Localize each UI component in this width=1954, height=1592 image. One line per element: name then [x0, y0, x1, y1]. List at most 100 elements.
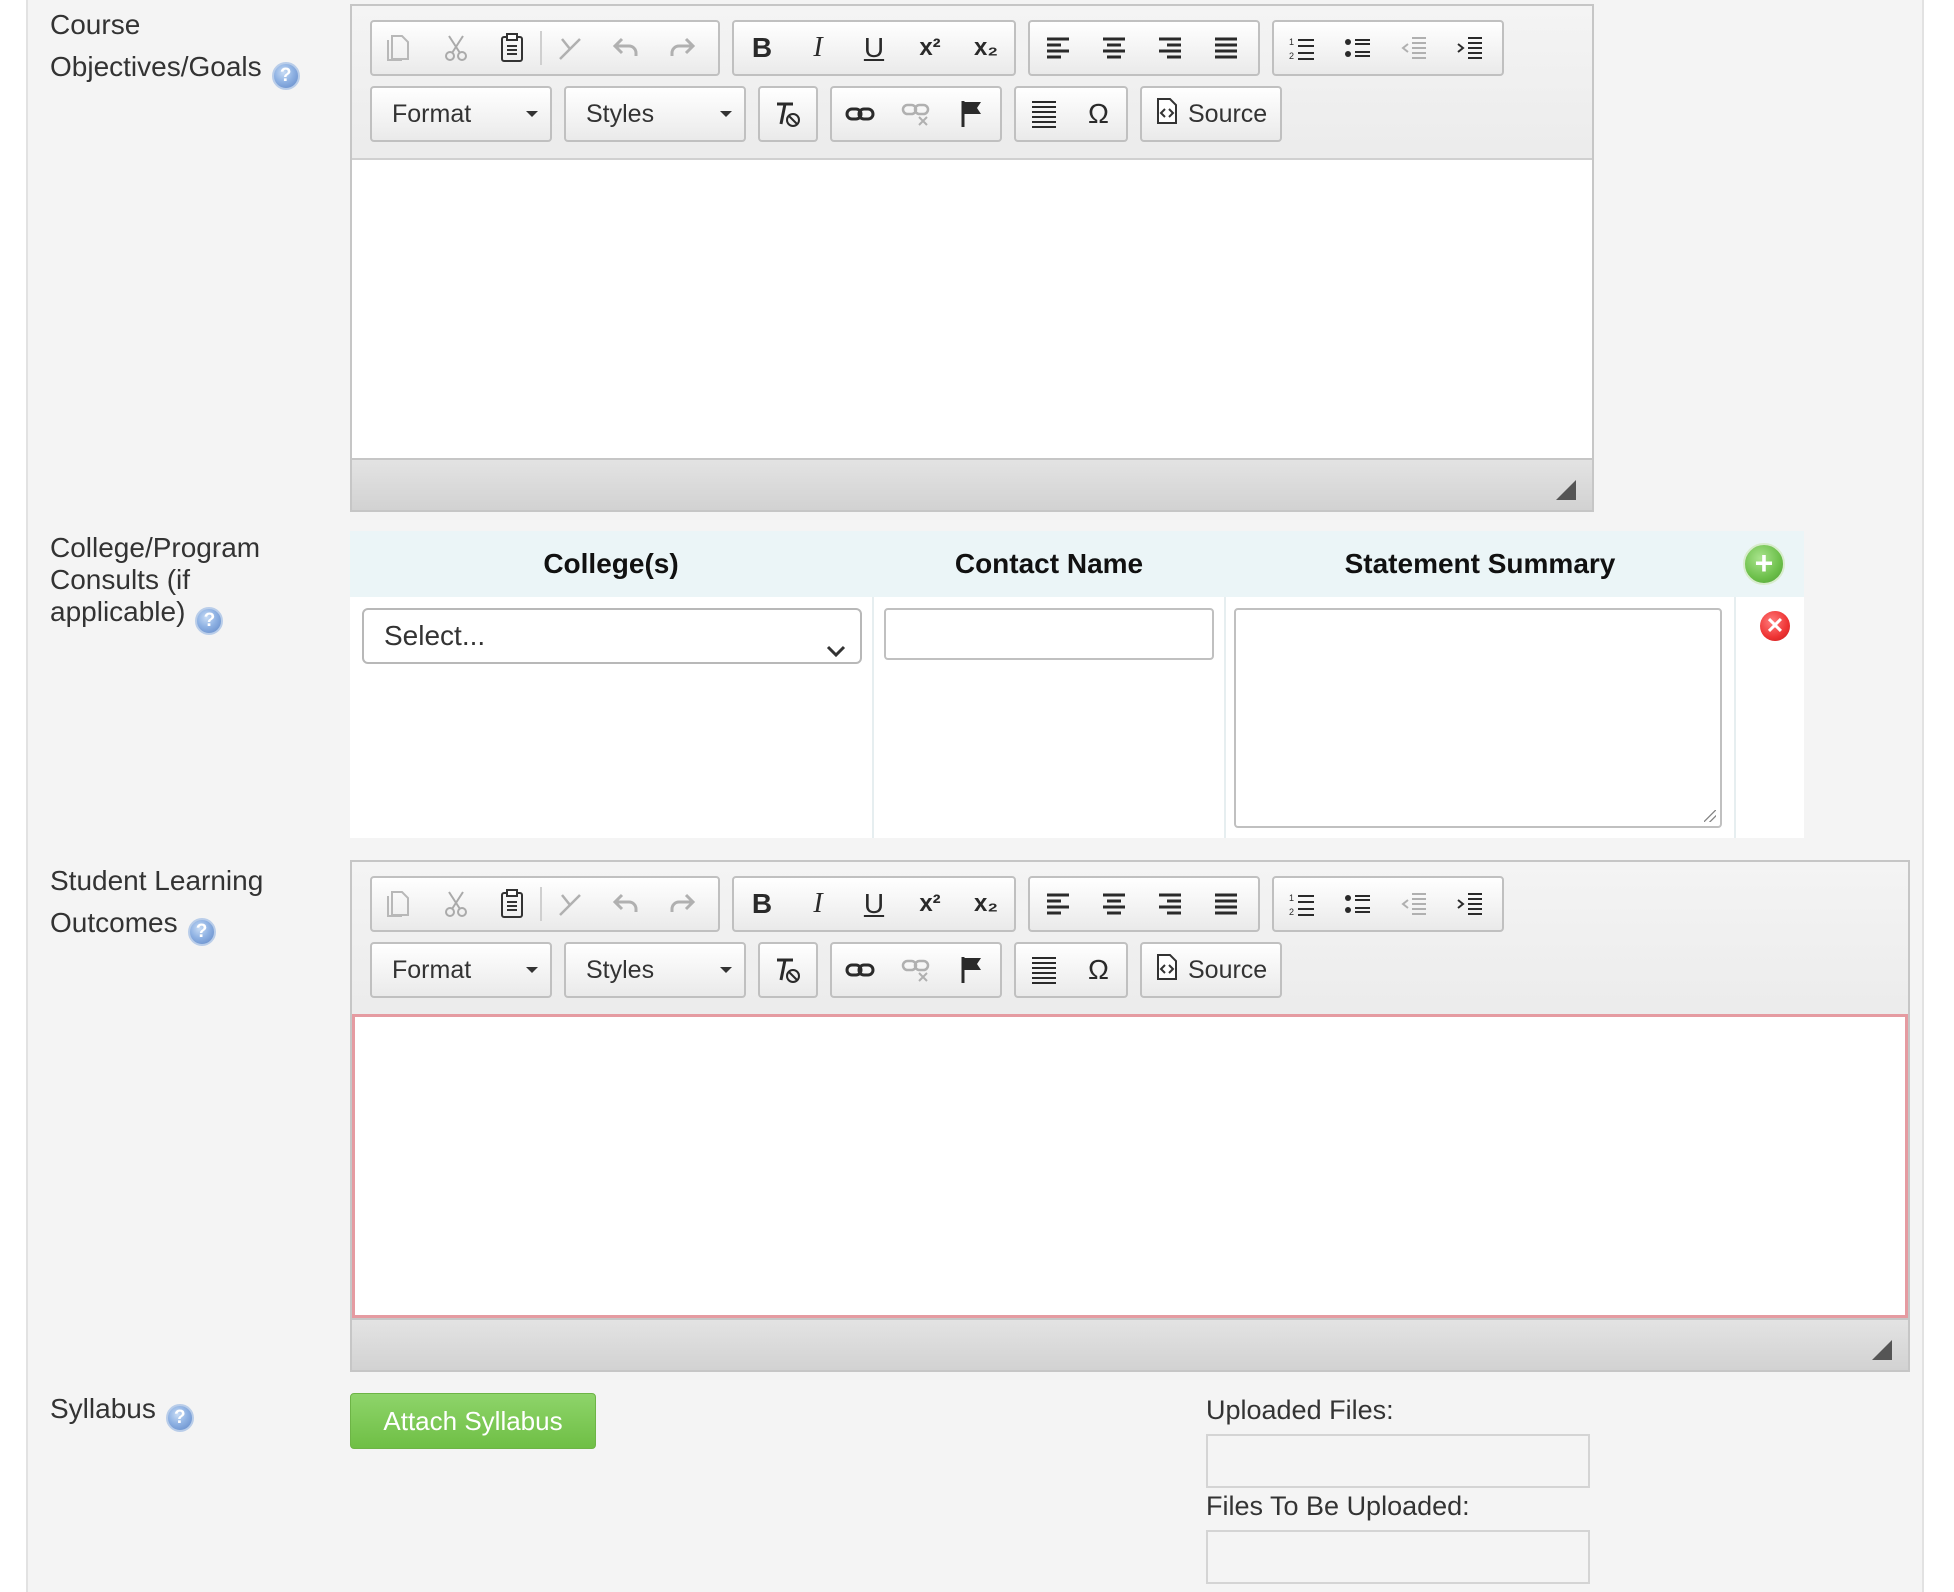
paste-icon[interactable]: [484, 22, 540, 74]
subscript-icon[interactable]: x₂: [958, 878, 1014, 930]
column-divider: [1734, 597, 1736, 838]
toolbar-group-links: [830, 86, 1002, 142]
bold-icon[interactable]: B: [734, 22, 790, 74]
statement-summary-textarea[interactable]: [1234, 608, 1722, 828]
format-dropdown[interactable]: Format: [370, 942, 552, 998]
toolbar-group-basicstyles: B I U x² x₂: [732, 20, 1016, 76]
align-center-icon[interactable]: [1086, 22, 1142, 74]
undo-icon[interactable]: [598, 22, 654, 74]
add-row-button[interactable]: +: [1743, 543, 1785, 585]
indent-icon[interactable]: [1442, 22, 1498, 74]
superscript-icon[interactable]: x²: [902, 22, 958, 74]
format-dropdown-label: Format: [392, 956, 472, 984]
toolbar-group-clipboard: [370, 876, 720, 932]
horizontal-rule-icon[interactable]: [1016, 88, 1071, 140]
learning-outcomes-content[interactable]: [352, 1014, 1908, 1318]
bulleted-list-icon[interactable]: [1330, 878, 1386, 930]
remove-format-icon[interactable]: [542, 22, 598, 74]
omega-icon[interactable]: Ω: [1071, 88, 1126, 140]
column-header-contact-name: Contact Name: [954, 548, 1144, 579]
copy-icon[interactable]: [372, 22, 428, 74]
learning-outcomes-label-line2: Outcomes: [50, 907, 178, 938]
align-right-icon[interactable]: [1142, 878, 1198, 930]
cut-icon[interactable]: [428, 878, 484, 930]
chevron-down-icon: [526, 967, 538, 973]
outdent-icon[interactable]: [1386, 878, 1442, 930]
resize-grip-icon[interactable]: [1872, 1340, 1892, 1360]
unlink-icon[interactable]: [888, 88, 944, 140]
clear-formatting-icon[interactable]: [760, 944, 816, 996]
undo-icon[interactable]: [598, 878, 654, 930]
numbered-list-icon[interactable]: 12: [1274, 878, 1330, 930]
italic-icon[interactable]: I: [790, 878, 846, 930]
resize-grip-icon[interactable]: [1704, 810, 1716, 822]
chevron-down-icon: [826, 626, 846, 678]
numbered-list-icon[interactable]: 12: [1274, 22, 1330, 74]
help-icon[interactable]: ?: [271, 62, 300, 90]
align-left-icon[interactable]: [1030, 878, 1086, 930]
align-right-icon[interactable]: [1142, 22, 1198, 74]
chevron-down-icon: [720, 967, 732, 973]
college-select[interactable]: Select...: [362, 608, 862, 664]
source-button[interactable]: Source: [1140, 86, 1282, 142]
course-objectives-label-line1: Course: [50, 9, 141, 40]
align-left-icon[interactable]: [1030, 22, 1086, 74]
styles-dropdown[interactable]: Styles: [564, 942, 746, 998]
help-icon[interactable]: ?: [165, 1404, 194, 1432]
outdent-icon[interactable]: [1386, 22, 1442, 74]
course-objectives-label-line2: Objectives/Goals: [50, 51, 262, 82]
justify-icon[interactable]: [1198, 22, 1254, 74]
consults-table: College(s) Contact Name Statement Summar…: [350, 531, 1804, 838]
copy-icon[interactable]: [372, 878, 428, 930]
uploaded-files-list: [1206, 1434, 1590, 1488]
bold-icon[interactable]: B: [734, 878, 790, 930]
anchor-flag-icon[interactable]: [944, 944, 1000, 996]
course-objectives-editor: B I U x² x₂ 12 Format Styles Ω Source: [350, 4, 1594, 512]
format-dropdown-label: Format: [392, 100, 472, 128]
styles-dropdown-label: Styles: [586, 956, 655, 984]
underline-icon[interactable]: U: [846, 878, 902, 930]
chevron-down-icon: [526, 111, 538, 117]
link-icon[interactable]: [832, 88, 888, 140]
chevron-down-icon: [720, 111, 732, 117]
superscript-icon[interactable]: x²: [902, 878, 958, 930]
unlink-icon[interactable]: [888, 944, 944, 996]
italic-icon[interactable]: I: [790, 22, 846, 74]
help-icon[interactable]: ?: [187, 918, 216, 946]
college-select-value: Select...: [384, 620, 486, 651]
clear-formatting-icon[interactable]: [760, 88, 816, 140]
indent-icon[interactable]: [1442, 878, 1498, 930]
resize-grip-icon[interactable]: [1556, 480, 1576, 500]
contact-name-input[interactable]: [884, 608, 1214, 660]
subscript-icon[interactable]: x₂: [958, 22, 1014, 74]
attach-syllabus-button[interactable]: Attach Syllabus: [350, 1393, 596, 1449]
paste-icon[interactable]: [484, 878, 540, 930]
remove-format-icon[interactable]: [542, 878, 598, 930]
omega-icon[interactable]: Ω: [1071, 944, 1126, 996]
course-objectives-content[interactable]: [352, 158, 1592, 460]
source-icon: [1156, 954, 1178, 986]
align-center-icon[interactable]: [1086, 878, 1142, 930]
editor-statusbar: [352, 1318, 1908, 1370]
consults-label-line2: Consults (if: [50, 564, 191, 595]
link-icon[interactable]: [832, 944, 888, 996]
justify-icon[interactable]: [1198, 878, 1254, 930]
horizontal-rule-icon[interactable]: [1016, 944, 1071, 996]
help-icon[interactable]: ?: [195, 607, 224, 635]
learning-outcomes-editor: B I U x² x₂ 12 Format Styles Ω Source: [350, 860, 1910, 1372]
anchor-flag-icon[interactable]: [944, 88, 1000, 140]
styles-dropdown[interactable]: Styles: [564, 86, 746, 142]
source-button[interactable]: Source: [1140, 942, 1282, 998]
consults-label-line3: applicable): [50, 596, 186, 627]
toolbar-group-align: [1028, 876, 1260, 932]
bulleted-list-icon[interactable]: [1330, 22, 1386, 74]
editor-toolbar: B I U x² x₂ 12 Format Styles Ω Source: [352, 862, 1908, 1012]
syllabus-label: Syllabus?: [50, 1388, 340, 1432]
cut-icon[interactable]: [428, 22, 484, 74]
column-header-colleges: College(s): [543, 548, 679, 579]
underline-icon[interactable]: U: [846, 22, 902, 74]
remove-row-button[interactable]: ✕: [1760, 611, 1790, 641]
redo-icon[interactable]: [654, 22, 710, 74]
redo-icon[interactable]: [654, 878, 710, 930]
format-dropdown[interactable]: Format: [370, 86, 552, 142]
